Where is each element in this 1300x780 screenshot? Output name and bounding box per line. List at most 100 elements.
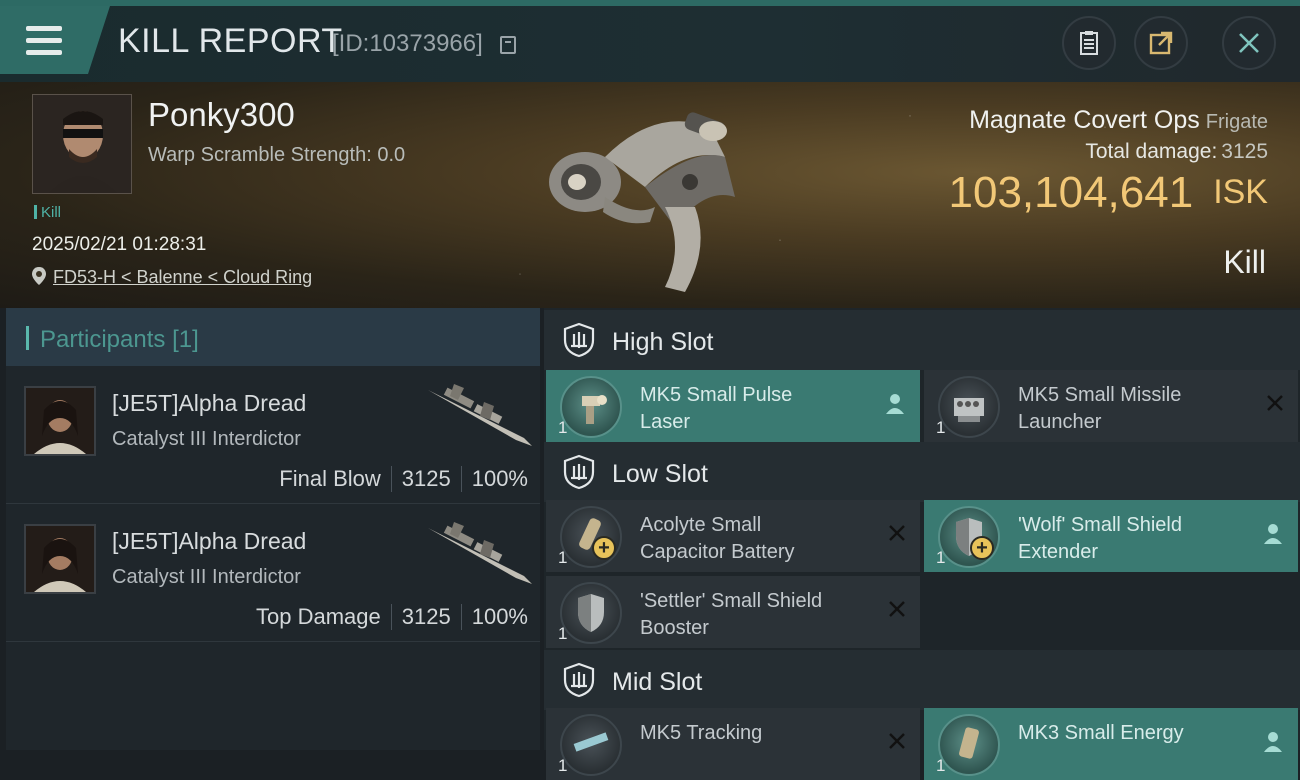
module-name-line1: MK3 Small Energy [1018, 722, 1184, 744]
capacitor-battery-icon [560, 506, 622, 568]
victim-ship-name[interactable]: Magnate Covert Ops Frigate [969, 106, 1268, 135]
participant-name[interactable]: [JE5T]Alpha Dread [112, 390, 306, 417]
person-icon[interactable] [1262, 730, 1284, 754]
participant-percent: 100% [460, 604, 528, 630]
destroyed-x-icon [889, 601, 905, 617]
participant-row[interactable]: [JE5T]Alpha Dread Catalyst III Interdict… [6, 506, 540, 642]
module-name-line1: 'Settler' Small Shield [640, 590, 823, 612]
participant-name[interactable]: [JE5T]Alpha Dread [112, 528, 306, 555]
low-slot-label: Low Slot [612, 460, 708, 488]
module-name-line2: Extender [1018, 541, 1099, 563]
victim-pilot-name[interactable]: Ponky300 [148, 96, 295, 134]
clipboard-button[interactable] [1062, 16, 1116, 70]
participant-avatar[interactable] [24, 386, 96, 456]
module-name-line2: Capacitor Battery [640, 541, 795, 563]
energy-module-icon [938, 714, 1000, 776]
module-item[interactable]: + 1 Acolyte Small Capacitor Battery [546, 500, 920, 572]
isk-unit: ISK [1213, 173, 1268, 211]
close-icon [1239, 33, 1259, 53]
result-label: Kill [1223, 244, 1266, 280]
module-name-line2: Booster [640, 617, 709, 639]
total-damage-value: 3125 [1221, 140, 1268, 163]
participants-title: Participants [1] [40, 326, 199, 354]
location-pin-icon [32, 267, 46, 285]
mid-slot-header: Mid Slot [544, 650, 1300, 710]
module-name-line1: MK5 Tracking [640, 722, 763, 744]
module-item[interactable]: + 1 'Wolf' Small Shield Extender [924, 500, 1298, 572]
module-name-line1: 'Wolf' Small Shield [1018, 514, 1182, 536]
kill-location-link[interactable]: FD53-H < Balenne < Cloud Ring [53, 267, 312, 288]
total-damage: Total damage: 3125 [1085, 140, 1268, 164]
hamburger-icon [26, 26, 62, 56]
rig-plus-icon: + [970, 536, 994, 560]
missile-launcher-icon [938, 376, 1000, 438]
person-icon[interactable] [1262, 522, 1284, 546]
participant-row[interactable]: [JE5T]Alpha Dread Catalyst III Interdict… [6, 368, 540, 504]
participant-stats: Final Blow 3125 100% [279, 466, 528, 492]
participant-damage: 3125 [390, 466, 461, 492]
participants-count: [1] [172, 326, 199, 353]
module-quantity: 1 [936, 756, 946, 775]
participant-damage: 3125 [390, 604, 461, 630]
high-slot-header: High Slot [544, 310, 1300, 370]
destroyed-x-icon [889, 733, 905, 749]
module-quantity: 1 [936, 548, 946, 567]
clipboard-icon [1080, 31, 1098, 55]
kill-datetime: 2025/02/21 01:28:31 [32, 234, 207, 255]
total-damage-label: Total damage: [1085, 140, 1218, 163]
module-item[interactable]: 1 MK3 Small Energy [924, 708, 1298, 780]
participant-ship-image[interactable] [424, 380, 536, 452]
module-name-line1: Acolyte Small [640, 514, 762, 536]
pulse-laser-icon [560, 376, 622, 438]
module-item[interactable]: 1 MK5 Small Pulse Laser [546, 370, 920, 442]
participant-avatar[interactable] [24, 524, 96, 594]
module-quantity: 1 [558, 418, 568, 437]
mid-slot-label: Mid Slot [612, 668, 703, 696]
isk-amount: 103,104,641 [948, 168, 1194, 217]
module-quantity: 1 [558, 756, 568, 775]
person-icon[interactable] [884, 392, 906, 416]
destroyed-x-icon [889, 525, 905, 541]
participants-title-text: Participants [40, 326, 166, 353]
export-icon [1149, 31, 1173, 55]
page-title: KILL REPORT [118, 22, 343, 60]
warp-scramble-strength: Warp Scramble Strength: 0.0 [148, 144, 406, 166]
victim-avatar[interactable] [32, 94, 132, 194]
victim-ship-image[interactable] [535, 87, 765, 302]
slot-shield-icon [563, 322, 595, 358]
participant-ship-image[interactable] [424, 518, 536, 590]
ship-class: Frigate [1205, 111, 1268, 133]
high-slot-label: High Slot [612, 328, 714, 356]
fitting-panel: High Slot 1 MK5 Small Pulse Laser 1 MK5 S… [544, 308, 1300, 780]
module-name-line1: MK5 Small Missile [1018, 384, 1182, 406]
participant-stats: Top Damage 3125 100% [256, 604, 528, 630]
module-name: 'Wolf' Small Shield Extender [1018, 512, 1248, 566]
report-id: [ID:10373966] [332, 30, 483, 57]
module-name: MK5 Tracking [640, 720, 870, 747]
rig-plus-icon: + [592, 536, 616, 560]
participant-label: Final Blow [279, 466, 381, 491]
module-quantity: 1 [558, 548, 568, 567]
export-button[interactable] [1134, 16, 1188, 70]
module-item[interactable]: 1 'Settler' Small Shield Booster [546, 576, 920, 648]
tracking-module-icon [560, 714, 622, 776]
module-name-line2: Launcher [1018, 411, 1102, 433]
participants-panel: Participants [1] [JE5T]Alpha Dread Catal… [6, 308, 540, 750]
module-name-line2: Laser [640, 411, 691, 433]
destroyed-x-icon [1267, 395, 1283, 411]
close-button[interactable] [1222, 16, 1276, 70]
module-name: MK5 Small Pulse Laser [640, 382, 870, 436]
participants-header: Participants [1] [6, 308, 540, 366]
slot-shield-icon [563, 662, 595, 698]
copy-icon[interactable] [500, 36, 516, 54]
module-name: 'Settler' Small Shield Booster [640, 588, 870, 642]
module-name: MK5 Small Missile Launcher [1018, 382, 1248, 436]
module-name: Acolyte Small Capacitor Battery [640, 512, 870, 566]
module-item[interactable]: 1 MK5 Tracking [546, 708, 920, 780]
module-item[interactable]: 1 MK5 Small Missile Launcher [924, 370, 1298, 442]
module-name-line1: MK5 Small Pulse [640, 384, 793, 406]
slot-shield-icon [563, 454, 595, 490]
isk-value: 103,104,641 ISK [949, 168, 1269, 218]
low-slot-header: Low Slot [544, 442, 1300, 502]
module-quantity: 1 [936, 418, 946, 437]
